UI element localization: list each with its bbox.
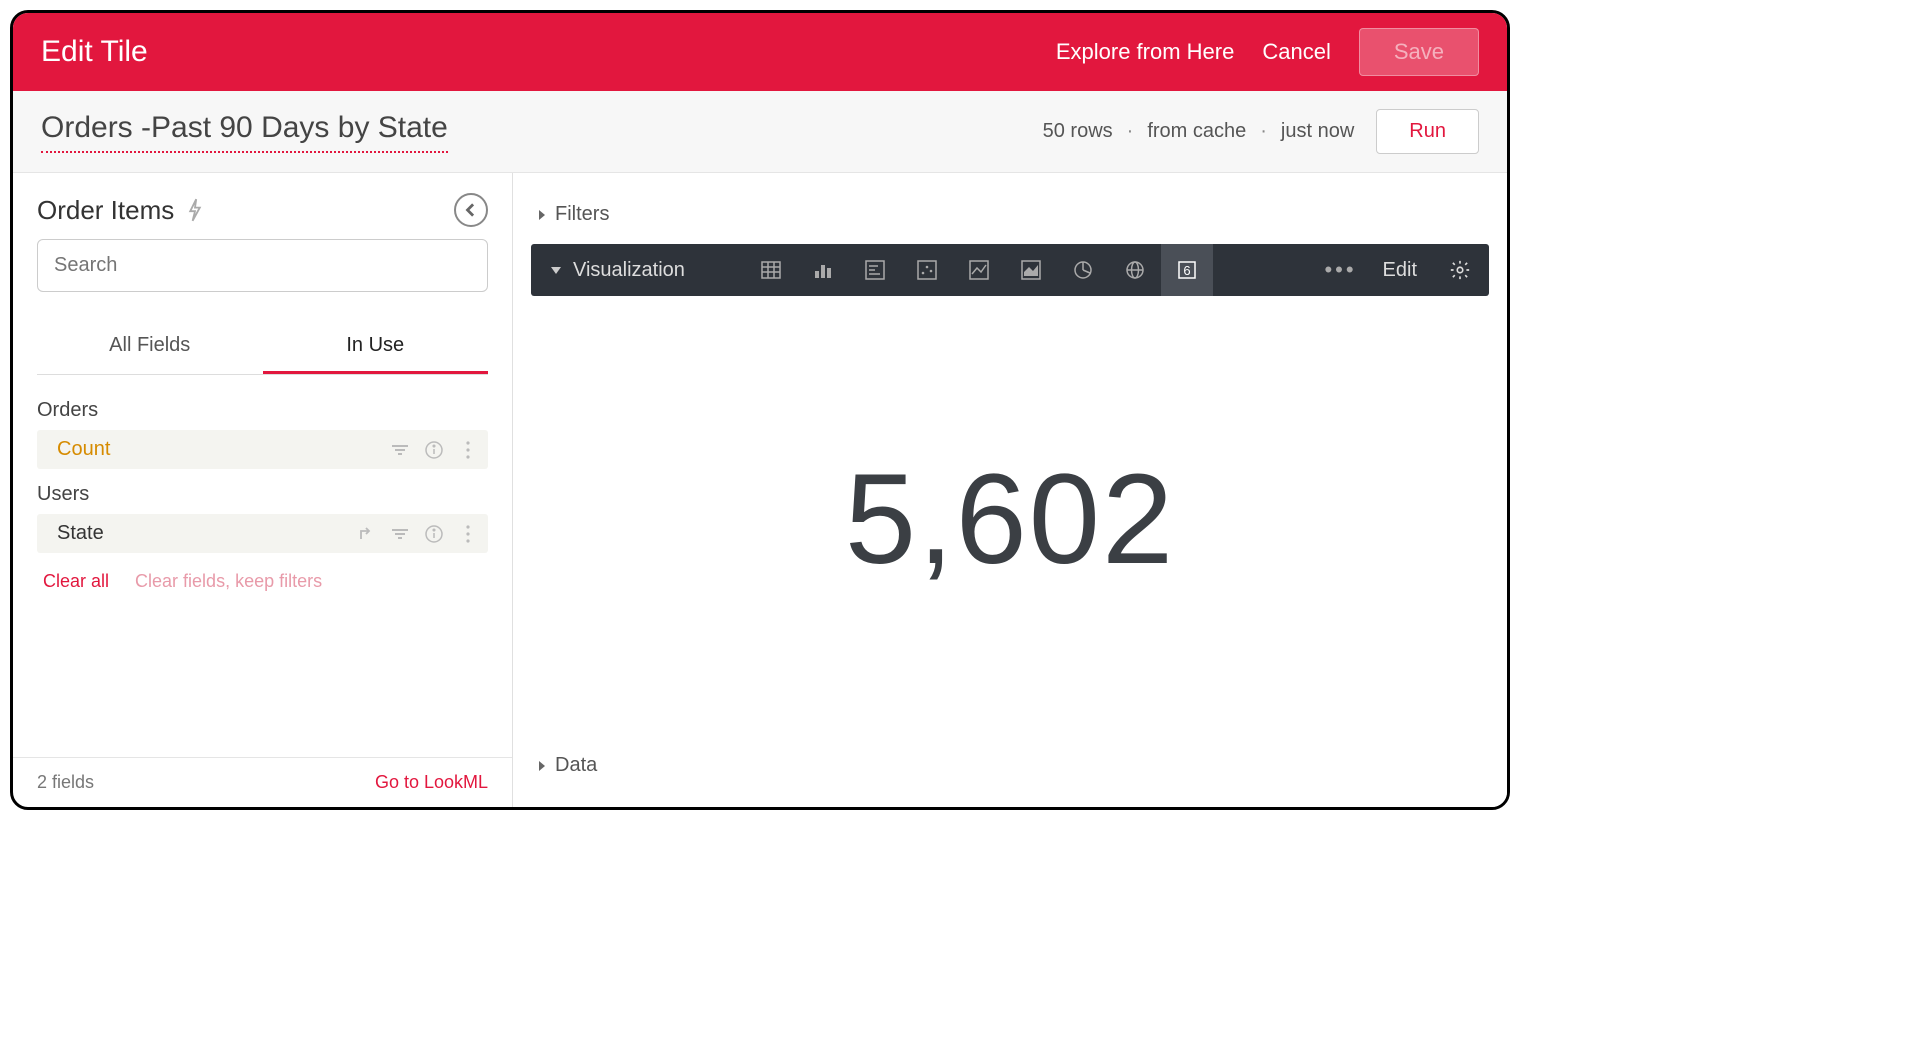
vis-type-picker: 6 (745, 244, 1213, 296)
cache-status: from cache (1147, 120, 1246, 143)
vis-edit-button[interactable]: Edit (1369, 259, 1431, 282)
visualization-label: Visualization (573, 259, 685, 282)
search-input[interactable] (37, 239, 488, 292)
field-users-state[interactable]: State (37, 514, 488, 553)
vis-settings-icon[interactable] (1431, 259, 1489, 281)
info-icon[interactable] (424, 440, 444, 460)
filters-label: Filters (555, 203, 609, 226)
field-label: Count (57, 438, 390, 461)
field-picker-sidebar: Order Items All Fields In Use Orders Cou… (13, 173, 513, 807)
header-title: Edit Tile (41, 35, 1056, 69)
sidebar-footer: 2 fields Go to LookML (13, 757, 512, 807)
vis-more-button[interactable]: ••• (1313, 257, 1369, 283)
quick-start-icon[interactable] (186, 198, 204, 222)
run-button[interactable]: Run (1376, 109, 1479, 154)
field-label: State (57, 522, 356, 545)
field-count-label: 2 fields (37, 772, 94, 793)
vis-type-line[interactable] (953, 244, 1005, 296)
tab-all-fields[interactable]: All Fields (37, 320, 263, 374)
more-icon[interactable] (458, 440, 478, 460)
view-label-users: Users (37, 475, 488, 514)
cancel-link[interactable]: Cancel (1262, 39, 1330, 65)
vis-type-single-value[interactable]: 6 (1161, 244, 1213, 296)
content-area: Filters Visualization (513, 173, 1507, 807)
filter-icon[interactable] (390, 440, 410, 460)
save-button[interactable]: Save (1359, 28, 1479, 76)
data-section-header[interactable]: Data (513, 742, 1507, 789)
filter-icon[interactable] (390, 524, 410, 544)
vis-type-area[interactable] (1005, 244, 1057, 296)
data-label: Data (555, 754, 597, 777)
main: Order Items All Fields In Use Orders Cou… (13, 173, 1507, 807)
vis-type-pie[interactable] (1057, 244, 1109, 296)
time-status: just now (1281, 120, 1354, 143)
sidebar-head: Order Items (13, 173, 512, 239)
visualization-canvas: 5,602 (513, 296, 1507, 742)
row-count: 50 rows (1043, 120, 1113, 143)
caret-down-icon (551, 267, 561, 274)
tile-title-input[interactable]: Orders -Past 90 Days by State (41, 111, 448, 153)
field-tabs: All Fields In Use (37, 320, 488, 375)
view-label-orders: Orders (37, 391, 488, 430)
explore-name: Order Items (37, 195, 174, 226)
vis-type-column[interactable] (797, 244, 849, 296)
vis-type-map[interactable] (1109, 244, 1161, 296)
vis-type-bar[interactable] (849, 244, 901, 296)
clear-keep-filters-link[interactable]: Clear fields, keep filters (135, 571, 322, 592)
tab-in-use[interactable]: In Use (263, 320, 489, 374)
go-to-lookml-link[interactable]: Go to LookML (375, 772, 488, 793)
filters-section-header[interactable]: Filters (513, 191, 1507, 238)
vis-type-table[interactable] (745, 244, 797, 296)
visualization-bar: Visualization (531, 244, 1489, 296)
more-icon[interactable] (458, 524, 478, 544)
collapse-sidebar-button[interactable] (454, 193, 488, 227)
header-bar: Edit Tile Explore from Here Cancel Save (13, 13, 1507, 91)
subheader: Orders -Past 90 Days by State 50 rows · … (13, 91, 1507, 173)
info-icon[interactable] (424, 524, 444, 544)
visualization-toggle[interactable]: Visualization (531, 259, 705, 282)
header-actions: Explore from Here Cancel Save (1056, 28, 1479, 76)
field-orders-count[interactable]: Count (37, 430, 488, 469)
single-value-number: 5,602 (845, 446, 1175, 593)
query-status: 50 rows · from cache · just now (1043, 120, 1355, 143)
vis-type-scatter[interactable] (901, 244, 953, 296)
caret-right-icon (539, 210, 545, 220)
caret-right-icon (539, 761, 545, 771)
explore-from-here-link[interactable]: Explore from Here (1056, 39, 1235, 65)
fields-body: Orders Count Users (13, 375, 512, 757)
app-frame: Edit Tile Explore from Here Cancel Save … (10, 10, 1510, 810)
pivot-icon[interactable] (356, 524, 376, 544)
clear-all-link[interactable]: Clear all (43, 571, 109, 592)
svg-text:6: 6 (1183, 263, 1190, 278)
